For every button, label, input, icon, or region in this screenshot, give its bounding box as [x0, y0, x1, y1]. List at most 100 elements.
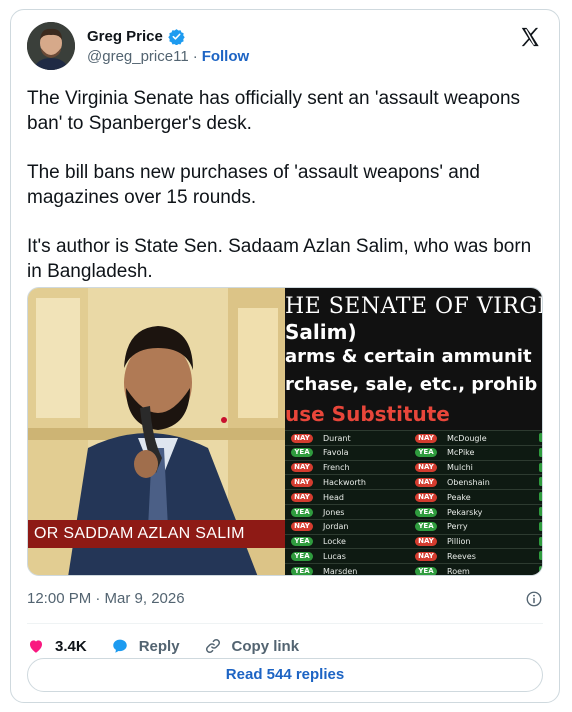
vote-badge: YEA: [415, 522, 437, 532]
vote-badge: YEA: [291, 507, 313, 517]
senator-name: Peake: [447, 492, 471, 502]
senator-name: Pekarsky: [447, 507, 483, 517]
senator-name: Jordan: [323, 522, 349, 532]
vote-cell: NAY Head: [291, 490, 344, 504]
vote-row: NAY Hackworth NAY Obenshain: [285, 474, 542, 490]
vote-cell: YEA Jones: [291, 505, 344, 519]
vote-badge: NAY: [415, 477, 437, 487]
reply-bubble-icon: [112, 639, 127, 653]
senator-name: McDougle: [447, 433, 487, 443]
vote-cell: NAY Reeves: [415, 549, 476, 563]
copy-link-button[interactable]: Copy link: [204, 637, 300, 655]
vote-cell: YEA McPike: [415, 446, 474, 460]
screen-line: rchase, sale, etc., prohib: [285, 374, 538, 395]
senator-name: Hackworth: [323, 477, 366, 487]
vote-stripe: [539, 536, 542, 546]
reply-button[interactable]: Reply: [111, 637, 180, 655]
vote-stripe: [539, 507, 542, 516]
like-button[interactable]: 3.4K: [27, 637, 87, 655]
vote-badge: NAY: [415, 463, 437, 473]
tweet-timestamp[interactable]: 12:00 PM · Mar 9, 2026: [27, 590, 185, 607]
vote-stripe: [539, 433, 542, 442]
follow-link[interactable]: Follow: [202, 48, 250, 65]
author-name[interactable]: Greg Price: [87, 28, 163, 45]
senator-name: Pillion: [447, 537, 471, 547]
vote-badge: YEA: [291, 537, 313, 547]
vote-row: NAY French NAY Mulchi: [285, 459, 542, 475]
vote-badge: NAY: [415, 551, 437, 561]
vote-cell: YEA Locke: [291, 535, 346, 549]
vote-stripe: [539, 566, 542, 575]
author-handle[interactable]: @greg_price11: [87, 48, 189, 65]
read-replies-button[interactable]: Read 544 replies: [27, 658, 543, 692]
author-name-row: Greg Price: [87, 28, 185, 45]
vote-cell: YEA Lucas: [291, 549, 346, 563]
vote-cell: YEA Marsden: [291, 564, 357, 575]
tweet-media[interactable]: OR SADDAM AZLAN SALIM HE SENATE OF VIRGI…: [27, 287, 543, 576]
handle-separator: ·: [192, 48, 198, 65]
vote-row: YEA Marsden YEA Roem: [285, 563, 542, 575]
screen-line: Salim): [285, 320, 357, 344]
media-vote-screen[interactable]: HE SENATE OF VIRGIN Salim) arms & certai…: [285, 288, 542, 575]
vote-badge: YEA: [415, 507, 437, 517]
tweet-paragraph: The Virginia Senate has officially sent …: [27, 88, 521, 134]
senator-name: McPike: [447, 448, 475, 458]
senator-name: Roem: [447, 566, 470, 575]
vote-cell: YEA Perry: [415, 520, 468, 534]
vote-stripe: [539, 492, 542, 502]
vote-badge: NAY: [291, 433, 313, 443]
media-photo-senator[interactable]: OR SADDAM AZLAN SALIM: [28, 288, 285, 575]
vote-badge: NAY: [291, 492, 313, 502]
tweet-paragraph: It's author is State Sen. Sadaam Azlan S…: [27, 236, 532, 282]
senator-name: Head: [323, 492, 344, 502]
vote-badge: NAY: [415, 433, 437, 443]
x-logo-icon[interactable]: [519, 26, 541, 48]
vote-cell: YEA Roem: [415, 564, 470, 575]
tweet-text: The Virginia Senate has officially sent …: [27, 86, 547, 308]
vote-row: NAY Jordan YEA Perry: [285, 518, 542, 534]
vote-cell: NAY French: [291, 461, 350, 475]
vote-row: YEA Locke NAY Pillion: [285, 533, 542, 549]
senator-name: Mulchi: [447, 463, 473, 473]
senator-caption: OR SADDAM AZLAN SALIM: [28, 520, 285, 548]
copy-link-label: Copy link: [231, 637, 300, 655]
senator-name: Obenshain: [447, 477, 490, 487]
vote-badge: YEA: [415, 448, 437, 458]
vote-row: NAY Durant NAY McDougle: [285, 430, 542, 445]
senator-name: Lucas: [323, 551, 346, 561]
verified-badge-icon: [168, 29, 185, 45]
tweet-card: Greg Price @greg_price11 · Follow The Vi…: [10, 9, 560, 703]
vote-stripe: [539, 462, 542, 472]
vote-cell: NAY Mulchi: [415, 461, 473, 475]
vote-stripe: [539, 477, 542, 487]
tweet-paragraph: The bill bans new purchases of 'assault …: [27, 162, 480, 208]
vote-row: NAY Head NAY Peake: [285, 489, 542, 505]
vote-badge: NAY: [415, 537, 437, 547]
reply-label: Reply: [138, 637, 180, 655]
vote-stripe: [539, 447, 542, 457]
screen-substitute-label: use Substitute: [285, 402, 450, 426]
vote-cell: NAY Obenshain: [415, 475, 490, 489]
vote-cell: NAY Hackworth: [291, 475, 366, 489]
vote-badge: NAY: [291, 463, 313, 473]
screen-line: arms & certain ammunit: [285, 346, 532, 367]
senator-name: Perry: [447, 522, 468, 532]
vote-cell: YEA Favola: [291, 446, 349, 460]
senator-name: French: [323, 463, 350, 473]
senator-name: Durant: [323, 433, 351, 443]
senator-name: Locke: [323, 537, 346, 547]
vote-cell: NAY Peake: [415, 490, 471, 504]
like-count: 3.4K: [55, 637, 87, 655]
screen-title: HE SENATE OF VIRGIN: [285, 294, 542, 319]
vote-badge: NAY: [291, 522, 313, 532]
author-avatar[interactable]: [27, 22, 75, 70]
vote-cell: YEA Pekarsky: [415, 505, 482, 519]
divider: [27, 623, 543, 624]
heart-icon: [30, 640, 42, 653]
vote-badge: NAY: [291, 477, 313, 487]
senator-name: Reeves: [447, 551, 476, 561]
vote-cell: NAY McDougle: [415, 431, 487, 445]
link-icon: [205, 638, 220, 654]
author-handle-row: @greg_price11 · Follow: [87, 48, 249, 65]
info-icon[interactable]: [525, 590, 543, 608]
